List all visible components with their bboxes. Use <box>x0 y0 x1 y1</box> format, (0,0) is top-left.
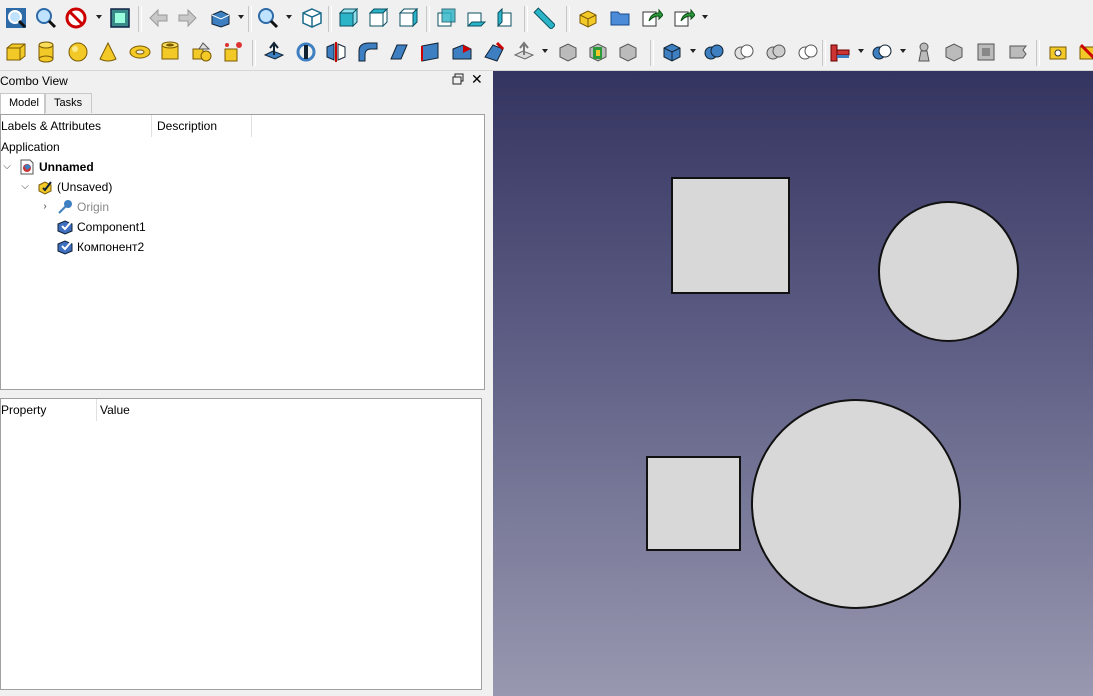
column-header-property[interactable]: Property <box>1 399 97 421</box>
cut-icon[interactable] <box>732 40 756 64</box>
model-tree: Labels & Attributes Description Applicat… <box>0 114 485 390</box>
property-view: Property Value <box>0 398 482 690</box>
view-top-icon[interactable] <box>366 6 390 30</box>
tree-item-origin[interactable]: › Origin <box>39 197 109 217</box>
zoom-fit-selection-icon[interactable] <box>34 6 58 30</box>
circle-shape[interactable] <box>878 201 1019 342</box>
column-header-value[interactable]: Value <box>100 399 200 421</box>
tab-tasks[interactable]: Tasks <box>45 93 92 113</box>
view-toolbar <box>0 2 1093 36</box>
combo-view-panel: Combo View ✕ Model Tasks Labels & Attrib… <box>0 71 492 696</box>
primitives-icon[interactable] <box>190 40 214 64</box>
chamfer-icon[interactable] <box>386 40 410 64</box>
expand-arrow-icon[interactable]: ⌵ <box>1 157 13 177</box>
link-make-icon[interactable] <box>640 6 664 30</box>
tube-icon[interactable] <box>158 40 182 64</box>
sync-view-icon[interactable] <box>208 6 232 30</box>
panel-splitter[interactable] <box>0 391 485 397</box>
common-icon[interactable] <box>796 40 820 64</box>
cone-icon[interactable] <box>96 40 120 64</box>
tree-item-component2[interactable]: Компонент2 <box>57 237 144 257</box>
zoom-icon[interactable] <box>256 6 280 30</box>
link-actions-icon[interactable] <box>672 6 696 30</box>
tree-item-component1[interactable]: Component1 <box>57 217 146 237</box>
part-label: (Unsaved) <box>57 180 113 194</box>
group-folder-icon[interactable] <box>608 6 632 30</box>
part-icon[interactable] <box>576 6 600 30</box>
part-icon <box>38 181 52 195</box>
combo-view-title: Combo View <box>0 74 68 88</box>
3d-viewport[interactable] <box>493 71 1093 696</box>
component1-label: Component1 <box>77 220 146 234</box>
draw-style-icon[interactable] <box>64 6 88 30</box>
component2-label: Компонент2 <box>77 240 145 254</box>
torus-icon[interactable] <box>128 40 152 64</box>
cylinder-icon[interactable] <box>34 40 58 64</box>
document-icon <box>20 159 34 175</box>
measure-icon[interactable] <box>1046 40 1070 64</box>
float-panel-icon[interactable] <box>452 73 464 85</box>
offset-icon[interactable] <box>616 40 640 64</box>
shape-builder-icon[interactable] <box>220 40 244 64</box>
measure-clear-icon[interactable] <box>1076 40 1093 64</box>
ruled-surface-icon[interactable] <box>450 40 474 64</box>
view-isometric-icon[interactable] <box>300 6 324 30</box>
square-shape[interactable] <box>646 456 741 551</box>
box-icon[interactable] <box>4 40 28 64</box>
square-shape[interactable] <box>671 177 790 294</box>
join-features-icon[interactable] <box>828 40 852 64</box>
defeaturing-icon[interactable] <box>974 40 998 64</box>
cross-sections-icon[interactable] <box>586 40 610 64</box>
collapse-arrow-icon[interactable]: › <box>39 197 51 217</box>
measure-distance-icon[interactable] <box>532 6 556 30</box>
component-icon <box>57 240 73 255</box>
bounding-box-icon[interactable] <box>108 6 132 30</box>
view-rear-icon[interactable] <box>434 6 458 30</box>
boolean-icon[interactable] <box>702 40 726 64</box>
sweep-icon[interactable] <box>512 40 536 64</box>
revolve-icon[interactable] <box>294 40 318 64</box>
attachment-icon[interactable] <box>1006 40 1030 64</box>
document-label: Unnamed <box>39 160 94 174</box>
loft-icon[interactable] <box>482 40 506 64</box>
make-face-icon[interactable] <box>418 40 442 64</box>
tree-item-part[interactable]: ⌵ (Unsaved) <box>19 177 112 197</box>
compound-icon[interactable] <box>660 40 684 64</box>
view-bottom-icon[interactable] <box>464 6 488 30</box>
nav-back-icon[interactable] <box>146 6 170 30</box>
sphere-icon[interactable] <box>66 40 90 64</box>
origin-label: Origin <box>77 200 110 214</box>
view-front-icon[interactable] <box>336 6 360 30</box>
nav-forward-icon[interactable] <box>176 6 200 30</box>
origin-icon <box>58 200 72 214</box>
compound-tools-icon[interactable] <box>912 40 936 64</box>
section-icon[interactable] <box>556 40 580 64</box>
expand-arrow-icon[interactable]: ⌵ <box>19 177 31 197</box>
check-geometry-icon[interactable] <box>942 40 966 64</box>
fillet-icon[interactable] <box>356 40 380 64</box>
tree-item-application[interactable]: Application <box>1 137 60 157</box>
tab-model[interactable]: Model <box>0 93 45 114</box>
view-left-icon[interactable] <box>494 6 518 30</box>
tree-item-document[interactable]: ⌵ Unnamed <box>1 157 94 177</box>
circle-shape[interactable] <box>751 399 961 609</box>
column-header-labels[interactable]: Labels & Attributes <box>1 115 152 137</box>
part-toolbar <box>0 36 1093 71</box>
zoom-fit-all-icon[interactable] <box>4 6 28 30</box>
view-right-icon[interactable] <box>396 6 420 30</box>
column-header-description[interactable]: Description <box>157 115 252 137</box>
split-features-icon[interactable] <box>870 40 894 64</box>
component-icon <box>57 220 73 235</box>
fuse-icon[interactable] <box>764 40 788 64</box>
close-panel-icon[interactable]: ✕ <box>471 71 483 87</box>
mirror-icon[interactable] <box>324 40 348 64</box>
extrude-icon[interactable] <box>262 40 286 64</box>
